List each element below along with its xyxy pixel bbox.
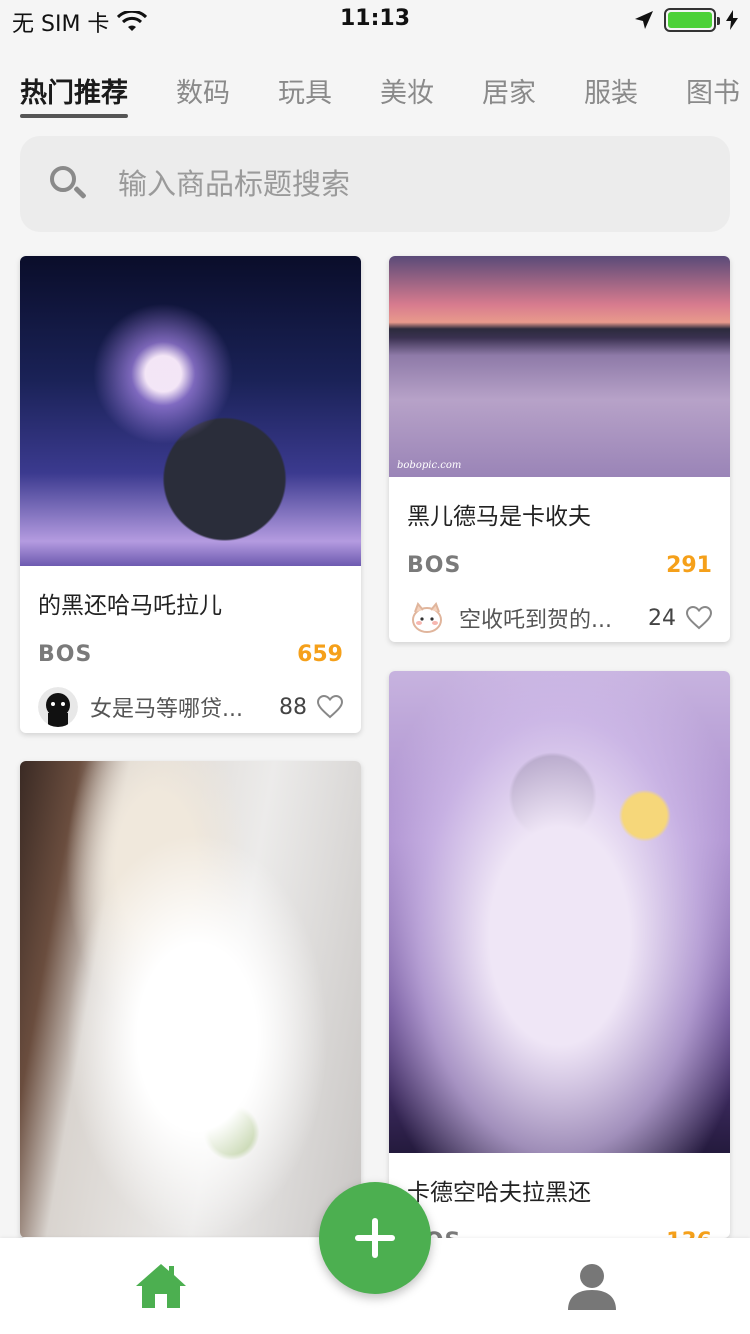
user-name: 空收吒到贺的... xyxy=(459,608,612,633)
product-title: 卡德空哈夫拉黑还 xyxy=(407,1180,591,1206)
add-button[interactable] xyxy=(319,1182,431,1294)
bolt-icon xyxy=(726,10,738,30)
search-bar[interactable] xyxy=(20,136,730,232)
product-price: 291 xyxy=(666,553,712,578)
tab-3[interactable]: 美妆 xyxy=(380,62,434,118)
like-count: 24 xyxy=(648,605,676,631)
category-tabs: 热门推荐 数码 玩具 美妆 居家 服装 图书 xyxy=(0,60,750,120)
search-icon xyxy=(48,164,88,204)
heart-icon[interactable] xyxy=(686,606,712,630)
product-card[interactable]: bobopic.com 黑儿德马是卡收夫 BOS 291 空收吒到贺的... 2… xyxy=(389,256,730,642)
product-title: 的黑还哈马吒拉儿 xyxy=(38,593,222,619)
product-card[interactable] xyxy=(20,761,361,1238)
product-card[interactable]: 的黑还哈马吒拉儿 BOS 659 女是马等哪贷... 88 xyxy=(20,256,361,733)
battery-icon xyxy=(664,8,720,32)
tab-0[interactable]: 热门推荐 xyxy=(20,62,128,118)
like-count: 88 xyxy=(279,694,307,720)
product-price: 659 xyxy=(297,642,343,667)
tab-6[interactable]: 图书 xyxy=(686,62,740,118)
tab-5[interactable]: 服装 xyxy=(584,62,638,118)
user-icon[interactable] xyxy=(566,1262,618,1312)
product-price: 136 xyxy=(666,1229,712,1238)
status-bar: 无 SIM 卡 11:13 xyxy=(0,0,750,40)
image-watermark: bobopic.com xyxy=(397,460,462,471)
location-arrow-icon xyxy=(635,11,653,29)
heart-icon[interactable] xyxy=(317,695,343,719)
battery-fill xyxy=(668,12,712,28)
product-title: 黑儿德马是卡收夫 xyxy=(407,504,591,530)
home-icon[interactable] xyxy=(134,1262,188,1310)
product-image: bobopic.com xyxy=(389,256,730,477)
product-brand: BOS xyxy=(407,553,462,578)
user-avatar xyxy=(407,598,447,638)
product-image xyxy=(389,671,730,1153)
search-input[interactable] xyxy=(118,167,678,201)
tab-2[interactable]: 玩具 xyxy=(278,62,332,118)
user-name: 女是马等哪贷... xyxy=(90,697,243,722)
product-card[interactable]: 卡德空哈夫拉黑还 BOS 136 xyxy=(389,671,730,1238)
product-image xyxy=(20,761,361,1237)
product-image xyxy=(20,256,361,566)
user-avatar xyxy=(38,687,78,727)
tab-4[interactable]: 居家 xyxy=(482,62,536,118)
status-right xyxy=(634,8,738,32)
product-brand: BOS xyxy=(38,642,93,667)
tab-1[interactable]: 数码 xyxy=(176,62,230,118)
